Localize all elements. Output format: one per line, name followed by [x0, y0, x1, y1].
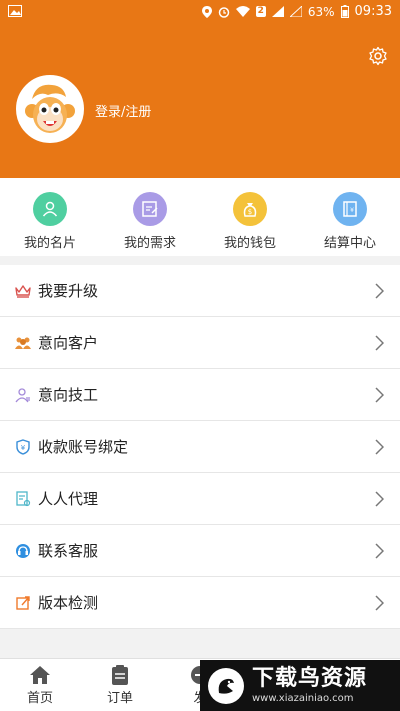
- edit-note-icon: [133, 192, 167, 226]
- wallet-icon: $: [233, 192, 267, 226]
- menu-label: 人人代理: [38, 490, 99, 508]
- menu-item-customers[interactable]: 意向客户: [0, 317, 400, 369]
- chevron-right-icon: [375, 283, 384, 299]
- ledger-icon: ¥: [333, 192, 367, 226]
- watermark-title: 下载鸟资源: [252, 666, 368, 691]
- quick-item-my-needs[interactable]: 我的需求: [100, 178, 200, 256]
- quick-label: 我的名片: [23, 236, 76, 251]
- user-card-icon: [33, 192, 67, 226]
- chevron-right-icon: [375, 543, 384, 559]
- status-bar: 2 63% 09:33: [0, 0, 400, 24]
- battery-percent: 63%: [307, 4, 335, 19]
- technician-icon: [14, 386, 32, 404]
- watermark-banner: 下载鸟资源 www.xiazainiao.com: [200, 660, 400, 711]
- quick-label: 我的钱包: [223, 236, 276, 251]
- chevron-right-icon: [375, 335, 384, 351]
- tab-orders[interactable]: 订单: [80, 659, 160, 711]
- chevron-right-icon: [375, 387, 384, 403]
- location-icon: [201, 5, 212, 18]
- profile-header: 2 63% 09:33 登录/注册: [0, 0, 400, 178]
- tab-label: 订单: [106, 691, 133, 706]
- menu-item-version-check[interactable]: 版本检测: [0, 577, 400, 629]
- menu-list: 我要升级 意向客户 意向技工 ¥ 收款账号绑定 人人代理 联系客服 版本检测: [0, 265, 400, 629]
- menu-item-upgrade[interactable]: 我要升级: [0, 265, 400, 317]
- battery-icon: [340, 5, 349, 18]
- menu-item-contact-service[interactable]: 联系客服: [0, 525, 400, 577]
- crown-icon: [14, 282, 32, 300]
- wifi-icon: [235, 6, 250, 17]
- svg-text:$: $: [248, 208, 252, 216]
- menu-item-technicians[interactable]: 意向技工: [0, 369, 400, 421]
- menu-item-bind-account[interactable]: ¥ 收款账号绑定: [0, 421, 400, 473]
- agent-doc-icon: [14, 490, 32, 508]
- menu-item-agent[interactable]: 人人代理: [0, 473, 400, 525]
- quick-item-settlement[interactable]: ¥ 结算中心: [300, 178, 400, 256]
- svg-text:¥: ¥: [21, 444, 26, 452]
- chevron-right-icon: [375, 595, 384, 611]
- update-icon: [14, 594, 32, 612]
- login-register-link[interactable]: 登录/注册: [95, 101, 151, 120]
- menu-label: 我要升级: [38, 282, 99, 300]
- quick-item-my-wallet[interactable]: $ 我的钱包: [200, 178, 300, 256]
- headset-icon: [14, 542, 32, 560]
- chevron-right-icon: [375, 491, 384, 507]
- quick-item-my-card[interactable]: 我的名片: [0, 178, 100, 256]
- shield-yen-icon: ¥: [14, 438, 32, 456]
- svg-text:¥: ¥: [350, 207, 354, 214]
- signal-icon: [271, 6, 284, 17]
- sim-badge: 2: [255, 6, 266, 17]
- tab-label: 首页: [26, 691, 53, 706]
- no-signal-icon: [289, 6, 302, 17]
- home-icon: [30, 666, 50, 684]
- customers-icon: [14, 334, 32, 352]
- menu-label: 意向技工: [38, 386, 99, 404]
- gallery-notification-icon: [8, 5, 22, 20]
- quick-label: 我的需求: [123, 236, 176, 251]
- clock: 09:33: [354, 4, 392, 19]
- chevron-right-icon: [375, 439, 384, 455]
- quick-actions: 我的名片 我的需求 $ 我的钱包 ¥ 结算中心: [0, 178, 400, 256]
- menu-label: 版本检测: [38, 594, 99, 612]
- alarm-icon: [218, 6, 229, 18]
- settings-gear-icon[interactable]: [368, 46, 388, 66]
- bird-logo-icon: [208, 667, 244, 704]
- menu-label: 联系客服: [38, 542, 99, 560]
- monkey-mascot-icon: [18, 77, 82, 141]
- clipboard-icon: [112, 665, 128, 685]
- avatar[interactable]: [16, 75, 84, 143]
- menu-label: 意向客户: [38, 334, 99, 352]
- quick-label: 结算中心: [323, 236, 376, 251]
- menu-label: 收款账号绑定: [38, 438, 129, 456]
- tab-home[interactable]: 首页: [0, 659, 80, 711]
- watermark-url: www.xiazainiao.com: [252, 693, 354, 704]
